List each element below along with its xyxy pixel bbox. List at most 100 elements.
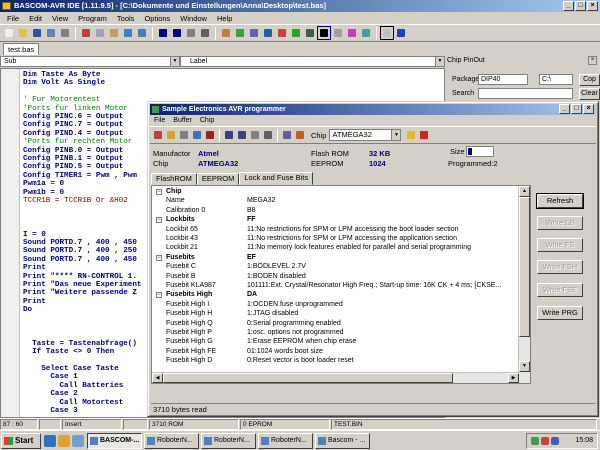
minimize-button[interactable]: _ — [559, 104, 570, 114]
dropdown-arrow-icon[interactable] — [332, 27, 344, 39]
collapse-icon[interactable]: − — [156, 254, 162, 261]
vertical-scroll-thumb[interactable] — [519, 197, 530, 337]
scroll-up-arrow[interactable]: ▲ — [519, 186, 530, 197]
chip-select[interactable]: ATMEGA32 ▼ — [329, 129, 402, 141]
zoom-find-icon[interactable] — [380, 26, 394, 40]
library-manager-icon[interactable] — [346, 27, 358, 39]
write-icon[interactable] — [191, 129, 203, 141]
tab-lock-fuse-bits[interactable]: Lock and Fuse Bits — [239, 172, 314, 185]
explorer-icon[interactable] — [58, 434, 70, 447]
lock-icon[interactable] — [294, 129, 306, 141]
chip-icon[interactable] — [304, 27, 316, 39]
blank-check-icon[interactable] — [204, 129, 216, 141]
save-all-icon[interactable] — [45, 27, 57, 39]
scroll-right-arrow[interactable]: ▶ — [508, 373, 519, 383]
label-dropdown[interactable]: Label ▼ — [180, 56, 445, 67]
table-row[interactable]: Fusebit High I 1:OCDEN fuse unprogrammed — [152, 300, 518, 309]
package-select[interactable]: DIP40 — [478, 74, 528, 85]
table-row[interactable]: Lockbit 21 11:No memory lock features ena… — [152, 243, 518, 252]
scroll-left-arrow[interactable]: ◀ — [152, 373, 163, 383]
graphic-converter-icon[interactable] — [360, 27, 372, 39]
vertical-scrollbar[interactable]: ▲ ▼ — [518, 186, 530, 383]
table-row[interactable]: Fusebit C 1:BODLEVEL 2.7V — [152, 262, 518, 271]
indent-icon[interactable] — [157, 27, 169, 39]
program-chip-icon[interactable] — [236, 129, 248, 141]
browser-icon[interactable] — [44, 434, 56, 447]
save-icon[interactable] — [31, 27, 43, 39]
task-bascom[interactable]: BASCOM-... — [87, 432, 142, 449]
collapse-icon[interactable]: − — [156, 217, 162, 224]
table-section-row[interactable]: − Fusebits High DA — [152, 290, 518, 299]
security-icon[interactable] — [541, 437, 549, 445]
warning-icon[interactable] — [405, 129, 417, 141]
lock-fuse-table[interactable]: − Chip Name MEGA32 Calibration 0 B8− Lockbits F… — [151, 185, 531, 384]
compare-icon[interactable] — [249, 129, 261, 141]
table-section-row[interactable]: − Lockbits FF — [152, 215, 518, 224]
print-icon[interactable] — [59, 27, 71, 39]
task-roboter-2[interactable]: RoboterN... — [201, 432, 256, 449]
copy-button[interactable]: Cop — [579, 74, 600, 86]
task-roboter-1[interactable]: RoboterN... — [144, 432, 199, 449]
write-fsh-button[interactable]: Write FSH — [537, 260, 583, 274]
load-file-icon[interactable] — [165, 129, 177, 141]
table-row[interactable]: Fusebit KLA987 101111:Ext. Crystal/Resona… — [152, 281, 518, 290]
table-section-row[interactable]: − Chip — [152, 187, 518, 196]
syntax-check-icon[interactable] — [234, 27, 246, 39]
task-roboter-3[interactable]: RoboterN... — [258, 432, 313, 449]
lcd-designer-icon[interactable] — [317, 26, 331, 40]
write-lb-button[interactable]: Write LB — [537, 216, 583, 230]
sub-dropdown[interactable]: Sub ▼ — [0, 56, 180, 67]
table-row[interactable]: Fusebit High FE 01:1024 words boot size — [152, 347, 518, 356]
menu-help[interactable]: Help — [212, 14, 237, 23]
write-fs-button[interactable]: Write FS — [537, 238, 583, 252]
table-section-row[interactable]: − Fusebits EF — [152, 253, 518, 262]
menu-program[interactable]: Program — [73, 14, 112, 23]
table-row[interactable]: Fusebit High Q 0:Serial programming enabl… — [152, 319, 518, 328]
redo-icon[interactable] — [136, 27, 148, 39]
table-row[interactable]: Fusebit B 1:BODEN disabled — [152, 272, 518, 281]
programmer-menu-chip[interactable]: Chip — [196, 116, 218, 126]
table-row[interactable]: Lockbit 65 11:No restrictions for SPM or … — [152, 225, 518, 234]
autoprogram-icon[interactable] — [262, 129, 274, 141]
menu-window[interactable]: Window — [175, 14, 212, 23]
programmer-title-bar[interactable]: Sample Electronics AVR programmer _ □ × — [150, 104, 596, 115]
volume-icon[interactable] — [551, 437, 559, 445]
start-button[interactable]: Start — [1, 432, 41, 449]
task-bascom-2[interactable]: Bascom - ... — [315, 432, 370, 449]
tab-flashrom[interactable]: FlashROM — [151, 173, 197, 185]
tab-test-bas[interactable]: test.bas — [3, 43, 40, 55]
collapse-icon[interactable]: − — [156, 292, 162, 299]
menu-file[interactable]: File — [2, 14, 24, 23]
table-row[interactable]: Fusebit High G 1:Erase EEPROM when chip e… — [152, 337, 518, 346]
minimize-button[interactable]: _ — [563, 1, 574, 11]
write-fse-button[interactable]: Write FSE — [537, 283, 583, 297]
program-chip-icon[interactable] — [276, 27, 288, 39]
close-icon[interactable]: × — [588, 56, 597, 65]
programmer-menu-file[interactable]: File — [150, 116, 169, 126]
main-title-bar[interactable]: BASCOM-AVR IDE [1.11.9.5] - [C:\Dokument… — [0, 0, 600, 12]
erase-chip-icon[interactable] — [152, 129, 164, 141]
open-folder-icon[interactable] — [17, 27, 29, 39]
maximize-button[interactable]: □ — [575, 1, 586, 11]
verify-icon[interactable] — [178, 129, 190, 141]
compile-icon[interactable] — [220, 27, 232, 39]
path-select[interactable]: C:\ — [539, 74, 573, 85]
find-icon[interactable] — [199, 27, 211, 39]
horizontal-scrollbar[interactable]: ◀ ▶ — [152, 372, 519, 383]
scroll-down-arrow[interactable]: ▼ — [519, 361, 530, 372]
cut-icon[interactable] — [80, 27, 92, 39]
search-input[interactable] — [478, 88, 573, 99]
new-file-icon[interactable] — [3, 27, 15, 39]
identify-icon[interactable] — [281, 129, 293, 141]
table-row[interactable]: Name MEGA32 — [152, 196, 518, 205]
compile-report-icon[interactable] — [248, 27, 260, 39]
help-icon[interactable] — [395, 27, 407, 39]
menu-options[interactable]: Options — [139, 14, 175, 23]
paste-icon[interactable] — [108, 27, 120, 39]
table-row[interactable]: Lockbit 43 11:No restrictions for SPM or … — [152, 234, 518, 243]
bookmark-icon[interactable] — [185, 27, 197, 39]
simulate-icon[interactable] — [262, 27, 274, 39]
network-icon[interactable] — [531, 437, 539, 445]
programmer-menu-buffer[interactable]: Buffer — [169, 116, 196, 126]
menu-view[interactable]: View — [47, 14, 73, 23]
